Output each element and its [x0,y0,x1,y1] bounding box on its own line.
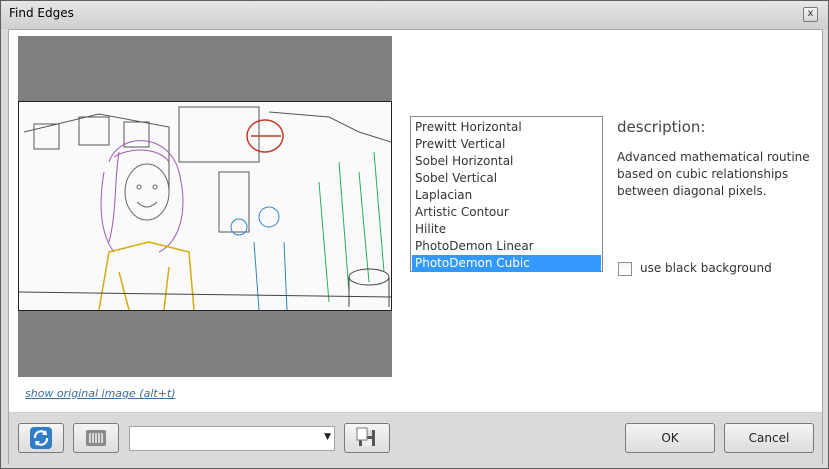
dialog-body: show original image (alt+t) Prewitt Hori… [8,29,823,464]
filter-item[interactable]: Prewitt Vertical [412,136,601,153]
ok-button[interactable]: OK [625,423,715,453]
save-preset-icon [356,427,375,446]
randomize-button[interactable] [73,423,119,453]
reset-button[interactable] [18,423,64,453]
refresh-icon [30,427,52,449]
black-background-checkbox[interactable] [618,262,632,276]
filter-item[interactable]: Sobel Horizontal [412,153,601,170]
filter-item[interactable]: PhotoDemon Linear [412,238,601,255]
black-background-label[interactable]: use black background [640,261,772,275]
filter-listbox[interactable]: Prewitt Horizontal Prewitt Vertical Sobel … [410,116,603,272]
edge-detected-photo [19,102,391,310]
dropdown-arrow-icon[interactable]: ▼ [324,432,331,442]
close-icon: x [807,8,814,19]
title-bar: Find Edges x [1,1,828,29]
close-button[interactable]: x [803,7,818,22]
cancel-button[interactable]: Cancel [724,423,814,453]
filter-item[interactable]: Artistic Contour [412,204,601,221]
description-heading: description: [617,118,706,136]
preview-area [18,36,392,377]
randomize-icon [86,430,106,446]
find-edges-dialog: Find Edges x show original image (alt+t)… [0,0,829,469]
command-bar: ▼ OK Cancel [9,412,822,464]
show-original-link[interactable]: show original image (alt+t) [25,387,176,400]
save-preset-button[interactable] [344,423,390,453]
preview-image [18,101,392,311]
filter-item[interactable]: Hilite [412,221,601,238]
filter-item[interactable]: Prewitt Horizontal [412,119,601,136]
window-title: Find Edges [9,6,74,20]
filter-item[interactable]: Sobel Vertical [412,170,601,187]
description-text: Advanced mathematical routine based on c… [617,150,810,198]
filter-item[interactable]: PhotoDemon Cubic [412,255,601,272]
preset-combobox[interactable]: ▼ [129,426,335,451]
filter-item[interactable]: Laplacian [412,187,601,204]
